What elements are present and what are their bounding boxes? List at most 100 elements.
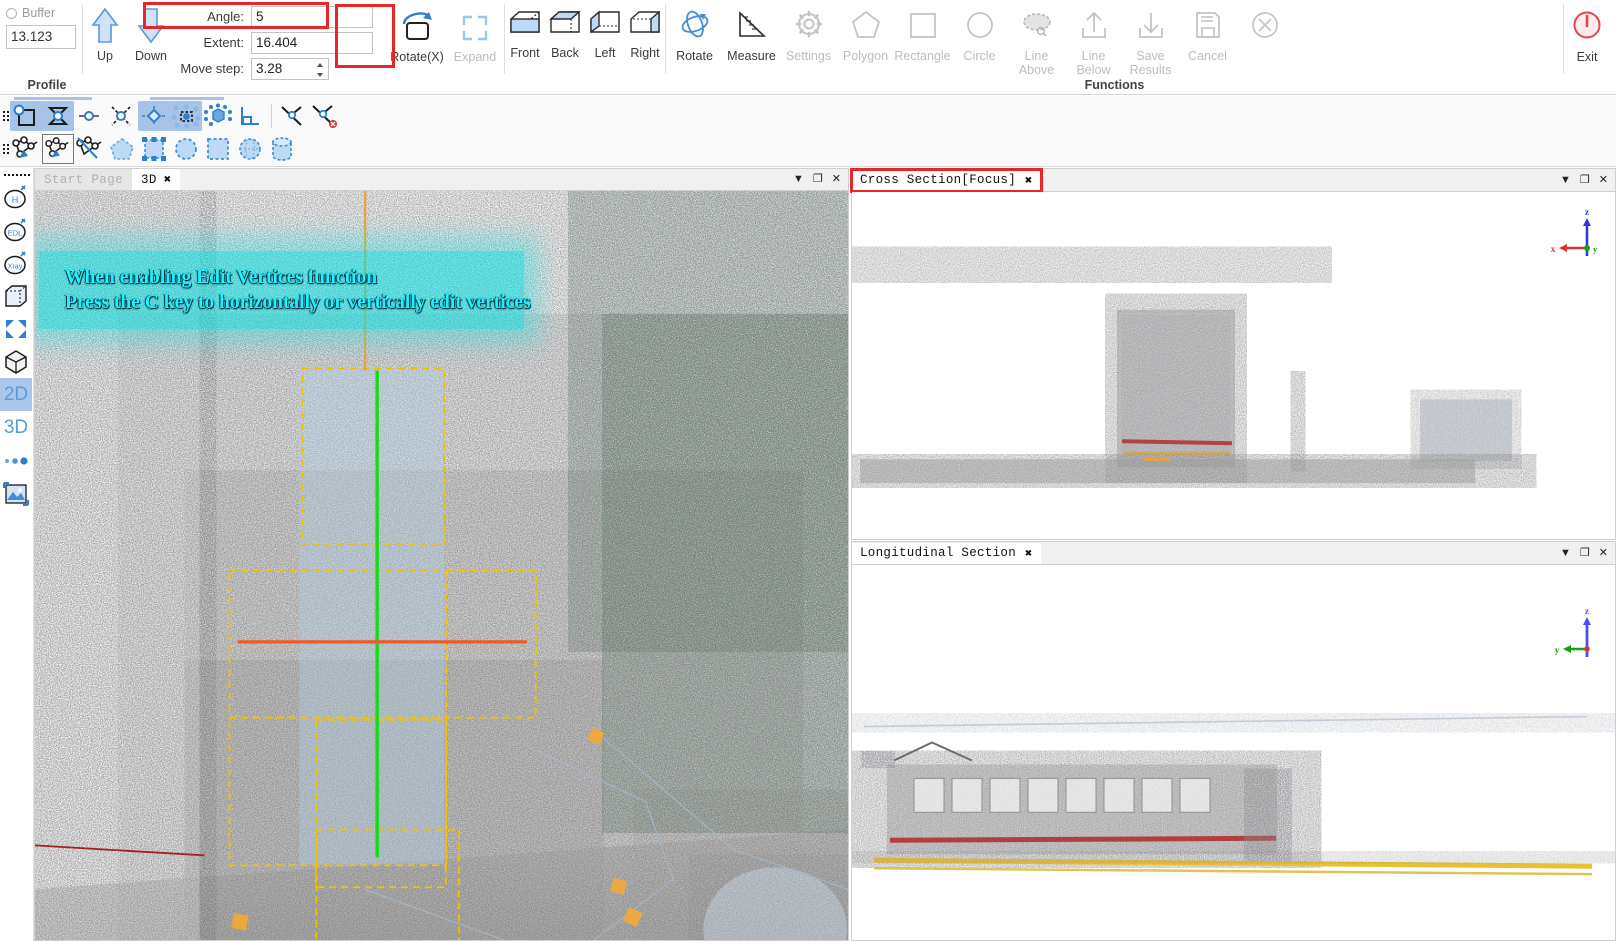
profile-group: Buffer 13.123 Profile <box>0 0 82 95</box>
view-right-button[interactable]: Right <box>625 8 665 60</box>
close-icon[interactable]: ✕ <box>832 174 841 185</box>
move-vertex-icon[interactable] <box>138 101 170 131</box>
line-below-label: Save Results <box>1129 49 1172 77</box>
edge-node-icon[interactable] <box>74 101 106 131</box>
measure-angle-icon[interactable] <box>277 101 309 131</box>
view-2d-button[interactable]: 2D <box>0 378 32 411</box>
cross-section-close-icon[interactable]: ✖ <box>1025 173 1033 188</box>
extent-input[interactable]: 16.404 <box>251 31 373 54</box>
polyline-pick-icon[interactable] <box>10 134 42 164</box>
cross-section-canvas[interactable]: z x y <box>852 192 1615 539</box>
exit-button[interactable]: Exit <box>1564 8 1610 64</box>
axis-z-label: z <box>1585 207 1589 217</box>
bomb-edl-icon[interactable]: EDL <box>0 213 32 246</box>
close-icon[interactable]: ✕ <box>1599 174 1608 186</box>
chevron-down-icon[interactable]: ▼ <box>793 174 804 185</box>
functions-group-title: Functions <box>1084 78 1145 92</box>
restore-icon[interactable]: ❐ <box>1580 174 1590 186</box>
dotted-square-icon[interactable] <box>202 134 234 164</box>
tab-start-page[interactable]: Start Page <box>35 169 133 190</box>
view-3d-button[interactable]: 3D <box>0 411 32 444</box>
movestep-label: Move step: <box>180 61 244 76</box>
measure-button[interactable]: Measure <box>723 6 780 63</box>
angle-input[interactable]: 5 <box>251 5 373 28</box>
save-results-button[interactable]: Cancel <box>1179 6 1236 63</box>
toolbar-row-1 <box>0 99 341 133</box>
cross-section-title-tab[interactable]: Cross Section[Focus] ✖ <box>850 167 1043 193</box>
dotted-circle-icon[interactable] <box>170 134 202 164</box>
settings-button[interactable]: Settings <box>780 6 837 63</box>
dashed-square-handles-icon[interactable] <box>138 134 170 164</box>
movestep-stepper[interactable] <box>314 60 326 80</box>
toolbar-grip-icon[interactable] <box>0 136 10 162</box>
sphere-icon[interactable] <box>234 134 266 164</box>
fit-screen-icon[interactable] <box>0 312 32 345</box>
toolbar-row-2 <box>0 132 298 166</box>
3d-viewport-canvas[interactable]: When enabling Edit Vertices function Pre… <box>35 191 848 940</box>
chevron-down-icon[interactable]: ▼ <box>1560 547 1571 559</box>
longitudinal-section-canvas[interactable]: z y <box>852 565 1615 940</box>
polygon-button[interactable]: Polygon <box>837 6 894 63</box>
cube-icon[interactable] <box>0 345 32 378</box>
tab-3d-close-icon[interactable]: ✖ <box>164 172 172 187</box>
chevron-down-icon[interactable]: ▼ <box>1560 174 1571 186</box>
hourglass-vertex-icon[interactable] <box>42 101 74 131</box>
delete-angle-icon[interactable] <box>309 101 341 131</box>
restore-icon[interactable]: ❐ <box>1580 547 1590 559</box>
move-down-button[interactable]: Down <box>129 4 173 63</box>
cancel-label <box>1236 49 1293 63</box>
save-results-label: Cancel <box>1188 49 1227 63</box>
parameters-group: Angle: 5 Extent: 16.404 Move step: 3.28 <box>175 0 388 95</box>
bomb-h-icon[interactable]: H <box>0 180 32 213</box>
longitudinal-section-panel: Longitudinal Section ✖ ▼ ❐ ✕ z y <box>851 541 1616 941</box>
polyline-boxed-icon[interactable] <box>42 134 74 164</box>
expand-button[interactable]: Expand <box>446 6 504 64</box>
circle-label: Circle <box>963 49 996 63</box>
bomb-xray-icon[interactable]: Xray <box>0 246 32 279</box>
move-up-button[interactable]: Up <box>83 4 127 63</box>
cancel-button[interactable] <box>1236 6 1293 63</box>
image-icon[interactable] <box>0 477 32 510</box>
restore-icon[interactable]: ❐ <box>813 174 823 185</box>
corner-square-icon[interactable] <box>234 101 266 131</box>
circle-button[interactable]: Circle <box>951 6 1008 63</box>
polyline-delete-icon[interactable] <box>74 134 106 164</box>
point-size-icon[interactable] <box>0 444 32 477</box>
axis-gizmo-longitudinal: z y <box>1555 606 1591 657</box>
rectangle-button[interactable]: Rectangle <box>894 6 951 63</box>
cross-section-title: Cross Section[Focus] <box>860 173 1017 187</box>
rotate-x-button[interactable]: Rotate(X) <box>388 6 446 64</box>
toolbar-grip-icon[interactable] <box>0 103 10 129</box>
buffer-input[interactable]: 13.123 <box>6 25 76 49</box>
stepper-up-icon[interactable] <box>317 62 323 67</box>
longitudinal-section-close-icon[interactable]: ✖ <box>1025 546 1033 561</box>
strip-grip-icon[interactable] <box>0 170 33 180</box>
tab-3d[interactable]: 3D ✖ <box>132 169 181 190</box>
select-rectangle-vertex-icon[interactable] <box>10 101 42 131</box>
cross-section-render <box>852 192 1615 539</box>
view-2d-label: 2D <box>3 383 29 405</box>
radio-dot-icon <box>6 7 17 19</box>
line-above-button[interactable]: Line Below <box>1065 6 1122 77</box>
buffer-radio[interactable]: Buffer <box>6 6 55 20</box>
buffer-label: Buffer <box>22 6 56 20</box>
longitudinal-section-title-tab[interactable]: Longitudinal Section ✖ <box>852 542 1041 564</box>
view-front-button[interactable]: Front <box>505 8 545 60</box>
cube-points-icon[interactable] <box>202 101 234 131</box>
bounding-box-icon[interactable] <box>0 279 32 312</box>
rotate-button[interactable]: Rotate <box>666 6 723 63</box>
cylinder-icon[interactable] <box>266 134 298 164</box>
lasso-button[interactable]: Line Above <box>1008 6 1065 77</box>
rotate-group: Rotate(X) Expand <box>388 0 504 95</box>
line-below-button[interactable]: Save Results <box>1122 6 1179 77</box>
pentagon-fill-icon[interactable] <box>106 134 138 164</box>
view-left-button[interactable]: Left <box>585 8 625 60</box>
exit-label: Exit <box>1576 50 1598 64</box>
cross-node-icon[interactable] <box>106 101 138 131</box>
extent-label: Extent: <box>203 35 244 50</box>
close-icon[interactable]: ✕ <box>1599 547 1608 559</box>
view-back-button[interactable]: Back <box>545 8 585 60</box>
select-points-icon[interactable] <box>170 101 202 131</box>
stepper-down-icon[interactable] <box>317 72 323 77</box>
svg-text:H: H <box>12 195 19 205</box>
